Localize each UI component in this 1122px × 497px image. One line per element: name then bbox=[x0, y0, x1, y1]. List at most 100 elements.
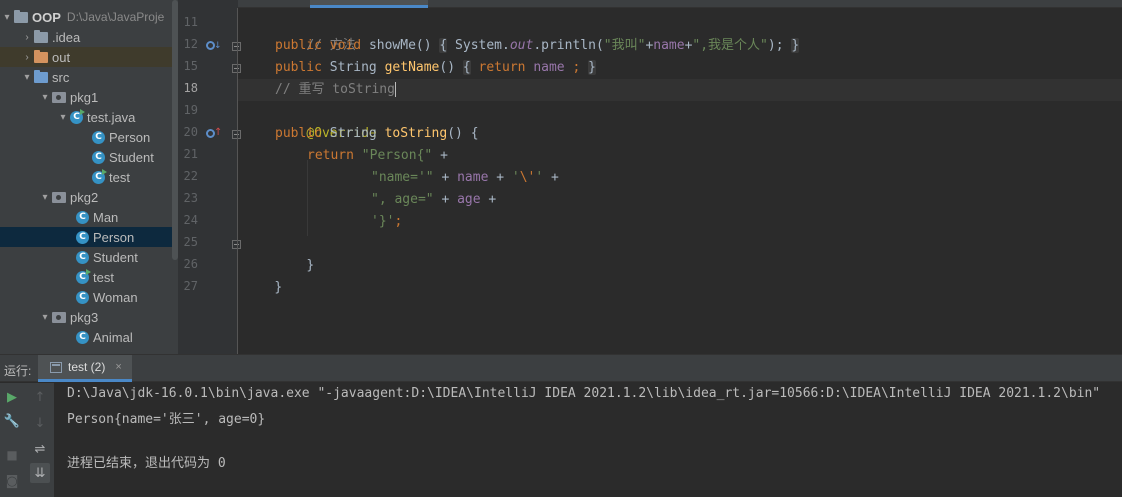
editor-gutter: 11 12 15 18 19 20 21 22 23 24 25 26 27 ↓… bbox=[178, 0, 241, 354]
line-number-current: 18 bbox=[183, 81, 198, 95]
folded-brace[interactable]: { bbox=[462, 60, 471, 75]
tree-item-animal[interactable]: C Animal bbox=[0, 327, 178, 347]
tree-item-pkg2[interactable]: ▾ pkg2 bbox=[0, 187, 178, 207]
tree-item-label: pkg3 bbox=[70, 309, 99, 325]
run-tab-test[interactable]: test (2) × bbox=[38, 355, 132, 382]
semicolon: ; bbox=[572, 60, 581, 75]
field-ref: name bbox=[457, 170, 489, 185]
class-icon: C bbox=[76, 230, 89, 244]
tree-item-test[interactable]: C test bbox=[0, 167, 178, 187]
runnable-class-icon: C bbox=[76, 268, 91, 284]
tree-item-pkg3[interactable]: ▾ pkg3 bbox=[0, 307, 178, 327]
console-output[interactable]: D:\Java\jdk-16.0.1\bin\java.exe "-javaag… bbox=[54, 383, 1122, 497]
tree-item-student[interactable]: C Student bbox=[0, 247, 178, 267]
arrow-up-icon[interactable]: ↑ bbox=[30, 387, 50, 407]
tree-item-label: .idea bbox=[52, 29, 81, 45]
close-icon[interactable]: × bbox=[115, 361, 121, 373]
gutter-divider bbox=[237, 8, 238, 354]
folded-brace[interactable]: } bbox=[588, 60, 596, 75]
code-editor[interactable]: 11 12 15 18 19 20 21 22 23 24 25 26 27 ↓… bbox=[178, 0, 1122, 354]
tree-item-label: test.java bbox=[87, 109, 136, 125]
overrides-method-icon[interactable]: ↑ bbox=[206, 126, 222, 140]
chevron-down-icon[interactable]: ▾ bbox=[0, 12, 14, 23]
scroll-to-end-icon[interactable]: ⇊ bbox=[30, 463, 50, 483]
text-caret bbox=[394, 82, 396, 97]
tree-item-label: Woman bbox=[93, 289, 138, 305]
java-file-icon: C bbox=[70, 108, 85, 124]
closing-brace: } bbox=[306, 258, 315, 273]
chevron-down-icon[interactable]: ▾ bbox=[38, 192, 52, 203]
tree-item-label: Person bbox=[109, 129, 151, 145]
tree-item-woman[interactable]: C Woman bbox=[0, 287, 178, 307]
tree-root-label: OOP bbox=[32, 9, 61, 25]
keyword: void bbox=[329, 38, 362, 53]
line-number: 15 bbox=[183, 59, 198, 73]
field-ref: name bbox=[533, 60, 565, 75]
tree-item-test-java[interactable]: ▾ C test.java bbox=[0, 107, 178, 127]
run-panel-title: 运行: bbox=[4, 364, 32, 378]
implements-method-icon[interactable]: ↓ bbox=[206, 38, 222, 52]
source-folder-icon bbox=[34, 69, 48, 83]
tree-item-person-selected[interactable]: C Person bbox=[0, 227, 178, 247]
chevron-down-icon[interactable]: ▾ bbox=[20, 72, 34, 83]
chevron-right-icon[interactable]: › bbox=[20, 32, 34, 43]
camera-icon[interactable]: ◙ bbox=[2, 471, 22, 491]
chevron-down-icon[interactable]: ▾ bbox=[56, 112, 70, 123]
line-number: 12 bbox=[183, 37, 198, 51]
tree-item-label: Man bbox=[93, 209, 119, 225]
type-name: String bbox=[329, 60, 377, 75]
chevron-down-icon[interactable]: ▾ bbox=[38, 312, 52, 323]
tree-item-idea[interactable]: › .idea bbox=[0, 27, 178, 47]
console-line: Person{name='张三', age=0} bbox=[67, 412, 266, 427]
string-literal: ", age=" bbox=[371, 192, 434, 207]
code-line-24: '}'; bbox=[371, 211, 402, 233]
escape-sequence: \' bbox=[519, 170, 536, 185]
tree-item-src[interactable]: ▾ src bbox=[0, 67, 178, 87]
class-icon: C bbox=[92, 150, 105, 164]
tree-item-label: out bbox=[52, 49, 71, 65]
code-line-22: "name='" + name + '\'' + bbox=[371, 167, 559, 189]
console-line: D:\Java\jdk-16.0.1\bin\java.exe "-javaag… bbox=[67, 386, 1101, 401]
method-name: toString bbox=[384, 126, 448, 141]
operator: + bbox=[488, 170, 512, 185]
line-number: 27 bbox=[183, 279, 198, 293]
run-tab-label: test (2) bbox=[68, 360, 106, 374]
keyword: public bbox=[275, 126, 322, 141]
tree-item-student[interactable]: C Student bbox=[0, 147, 178, 167]
tree-item-out[interactable]: › out bbox=[0, 47, 178, 67]
module-folder-icon bbox=[14, 9, 28, 23]
package-icon bbox=[52, 91, 66, 103]
tree-item-label: src bbox=[52, 69, 70, 85]
tree-item-pkg1[interactable]: ▾ pkg1 bbox=[0, 87, 178, 107]
package-icon bbox=[52, 191, 66, 203]
rerun-icon[interactable]: ▶ bbox=[2, 387, 22, 407]
keyword: public bbox=[275, 38, 322, 53]
tree-item-person[interactable]: C Person bbox=[0, 127, 178, 147]
string-literal: "name='" bbox=[371, 170, 434, 185]
soft-wrap-icon[interactable]: ⇌ bbox=[30, 439, 50, 459]
line-number: 26 bbox=[183, 257, 198, 271]
chevron-right-icon[interactable]: › bbox=[20, 52, 34, 63]
line-number: 20 bbox=[183, 125, 198, 139]
char-literal: } bbox=[378, 214, 387, 229]
stop-icon[interactable]: ■ bbox=[2, 445, 22, 465]
static-field: out bbox=[509, 38, 534, 53]
wrench-icon[interactable]: 🔧 bbox=[2, 411, 22, 431]
code-line-23: ", age=" + age + bbox=[371, 189, 496, 211]
folded-brace[interactable]: { bbox=[439, 38, 448, 53]
line-number: 21 bbox=[183, 147, 198, 161]
active-editor-tab[interactable] bbox=[310, 0, 428, 8]
tree-root-oop[interactable]: ▾ OOP D:\Java\JavaProje bbox=[0, 7, 178, 27]
folded-brace[interactable]: } bbox=[791, 38, 800, 53]
run-toolbar: ▶ ↑ 🔧 ↓ ■ ⇌ ⇊ ◙ bbox=[0, 383, 54, 497]
tree-root-path: D:\Java\JavaProje bbox=[66, 10, 165, 24]
tree-item-test[interactable]: C test bbox=[0, 267, 178, 287]
keyword: return bbox=[478, 60, 526, 75]
operator: + bbox=[433, 170, 458, 185]
parens: () bbox=[415, 38, 432, 53]
chevron-down-icon[interactable]: ▾ bbox=[38, 92, 52, 103]
char-quote: ' bbox=[371, 214, 379, 229]
tree-item-man[interactable]: C Man bbox=[0, 207, 178, 227]
arrow-down-icon[interactable]: ↓ bbox=[30, 413, 50, 433]
line-number: 22 bbox=[183, 169, 198, 183]
